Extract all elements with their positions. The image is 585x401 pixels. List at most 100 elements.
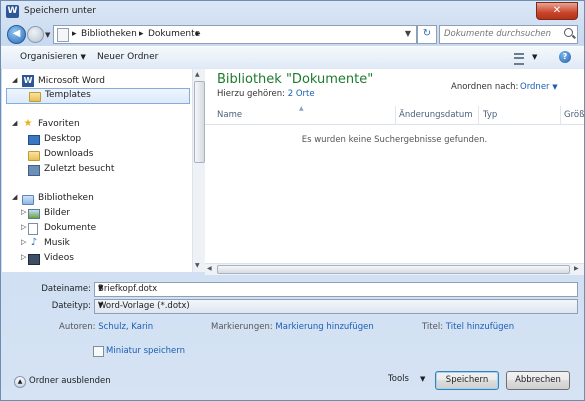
chevron-down-icon: ▼ [80,53,86,61]
downloads-icon [28,151,40,161]
hide-folders-label[interactable]: Ordner ausblenden [29,376,111,386]
search-input[interactable] [444,28,554,40]
organize-button[interactable]: Organisieren ▼ [20,52,86,62]
breadcrumb-separator-icon[interactable]: ▸ [72,29,77,39]
authors-label: Autoren: [59,322,96,332]
help-icon[interactable]: ? [559,51,571,63]
column-header-type[interactable]: Typ [483,110,497,120]
save-thumbnail-checkbox[interactable] [93,346,104,357]
desktop-icon [28,135,40,145]
breadcrumb-separator-icon[interactable]: ▸ [196,29,201,39]
scrollbar-thumb[interactable] [194,81,205,163]
cancel-button[interactable]: Abbrechen [506,371,570,390]
back-arrow-icon: ◀ [12,28,21,39]
column-header-row: ▲ Name Änderungsdatum Typ Größe [205,105,584,125]
pictures-icon [28,209,40,219]
tree-item-label: Favoriten [38,119,80,129]
column-header-modified[interactable]: Änderungsdatum [399,110,473,120]
tree-item-label: Downloads [44,149,94,159]
filename-field[interactable]: Briefkopf.dotx ▼ [94,282,578,297]
chevron-down-icon: ▼ [98,301,104,309]
address-dropdown-icon[interactable]: ▼ [405,29,411,38]
back-button[interactable]: ◀ [7,25,26,44]
navigation-scrollbar[interactable]: ▲ ▼ [192,69,205,272]
chevron-down-icon: ▼ [552,83,558,91]
navigation-row: ◀ ▼ ▸ Bibliotheken ▸ Dokumente ▸ ▼ ↻ [1,23,584,45]
location-icon [57,28,69,42]
filetype-label: Dateityp: [51,301,91,311]
tree-item-label: Zuletzt besucht [44,164,115,174]
view-dropdown-icon[interactable]: ▼ [532,53,537,61]
column-header-name[interactable]: Name [217,110,242,120]
hide-folders-button[interactable]: ▲ [14,376,26,388]
collapse-arrow-icon[interactable]: ◢ [12,119,17,127]
column-divider[interactable] [395,106,396,124]
folder-icon [29,92,41,102]
arrange-by-label: Anordnen nach: [451,82,519,92]
empty-results-message: Es wurden keine Suchergebnisse gefunden. [301,135,488,145]
breadcrumb-bibliotheken[interactable]: Bibliotheken [81,29,137,39]
address-bar[interactable]: ▸ Bibliotheken ▸ Dokumente ▸ ▼ [53,25,417,44]
search-box[interactable] [439,25,578,44]
tools-dropdown-icon[interactable]: ▼ [420,375,425,383]
recent-pages-dropdown-icon[interactable]: ▼ [45,31,50,39]
expand-arrow-icon[interactable]: ▷ [21,223,26,231]
star-icon: ★ [23,118,33,129]
authors-value[interactable]: Schulz, Karin [98,322,153,332]
title-value[interactable]: Titel hinzufügen [446,322,514,332]
tree-item-templates[interactable]: Templates [6,88,190,104]
expand-arrow-icon[interactable]: ▷ [21,238,26,246]
library-includes: Hierzu gehören: 2 Orte [217,89,315,99]
save-thumbnail-label[interactable]: Miniatur speichern [106,346,185,356]
new-folder-button[interactable]: Neuer Ordner [97,52,158,62]
organize-label: Organisieren [20,52,78,62]
toolbar: Organisieren ▼ Neuer Ordner ▼ ? [1,46,584,70]
file-list-pane: Bibliothek "Dokumente" Hierzu gehören: 2… [205,69,584,272]
scroll-right-icon[interactable]: ▶ [574,265,579,272]
videos-icon [28,254,40,265]
close-button[interactable]: ✕ [536,2,578,20]
recent-icon [28,165,40,176]
word-icon: W [22,75,34,87]
scroll-down-icon[interactable]: ▼ [195,262,200,269]
filetype-select[interactable]: Word-Vorlage (*.dotx) ▼ [94,299,578,314]
tags-value[interactable]: Markierung hinzufügen [275,322,373,332]
search-icon [564,28,573,37]
refresh-button[interactable]: ↻ [417,25,437,44]
scroll-up-icon[interactable]: ▲ [195,71,200,78]
tools-button[interactable]: Tools [388,374,409,384]
collapse-arrow-icon[interactable]: ◢ [12,76,17,84]
tree-item-label: Templates [45,90,91,100]
tree-item-label: Bilder [44,208,71,218]
tags-label: Markierungen: [211,322,273,332]
chevron-down-icon[interactable]: ▼ [98,284,574,292]
column-divider[interactable] [560,106,561,124]
navigation-pane: ◢ W Microsoft Word Templates ◢ ★ Favorit… [2,69,192,272]
expand-arrow-icon[interactable]: ▷ [21,208,26,216]
title-bar: W Speichern unter ✕ [1,1,584,23]
scroll-left-icon[interactable]: ◀ [207,265,212,272]
column-divider[interactable] [478,106,479,124]
scrollbar-thumb[interactable] [217,265,570,274]
breadcrumb-dokumente[interactable]: Dokumente [148,29,200,39]
authors-meta: Autoren: Schulz, Karin [59,322,153,332]
tree-item-label: Dokumente [44,223,97,233]
tree-item-label: Bibliotheken [38,193,94,203]
forward-button[interactable] [27,26,44,43]
collapse-up-icon: ▲ [17,378,23,385]
window-title: Speichern unter [24,6,96,16]
arrange-by-dropdown[interactable]: Ordner ▼ [520,82,558,92]
save-button[interactable]: Speichern [435,371,499,390]
save-options-panel: Dateiname: Briefkopf.dotx ▼ Dateityp: Wo… [1,274,584,400]
column-header-size[interactable]: Größe [564,110,584,120]
sort-ascending-icon: ▲ [299,105,304,112]
view-options-icon[interactable] [514,53,524,65]
collapse-arrow-icon[interactable]: ◢ [12,193,17,201]
word-app-icon: W [6,5,19,18]
includes-locations-link[interactable]: 2 Orte [288,89,315,99]
documents-icon [28,223,38,235]
tree-item-label: Desktop [44,134,82,144]
refresh-icon: ↻ [422,28,432,39]
expand-arrow-icon[interactable]: ▷ [21,253,26,261]
breadcrumb-separator-icon[interactable]: ▸ [139,29,144,39]
